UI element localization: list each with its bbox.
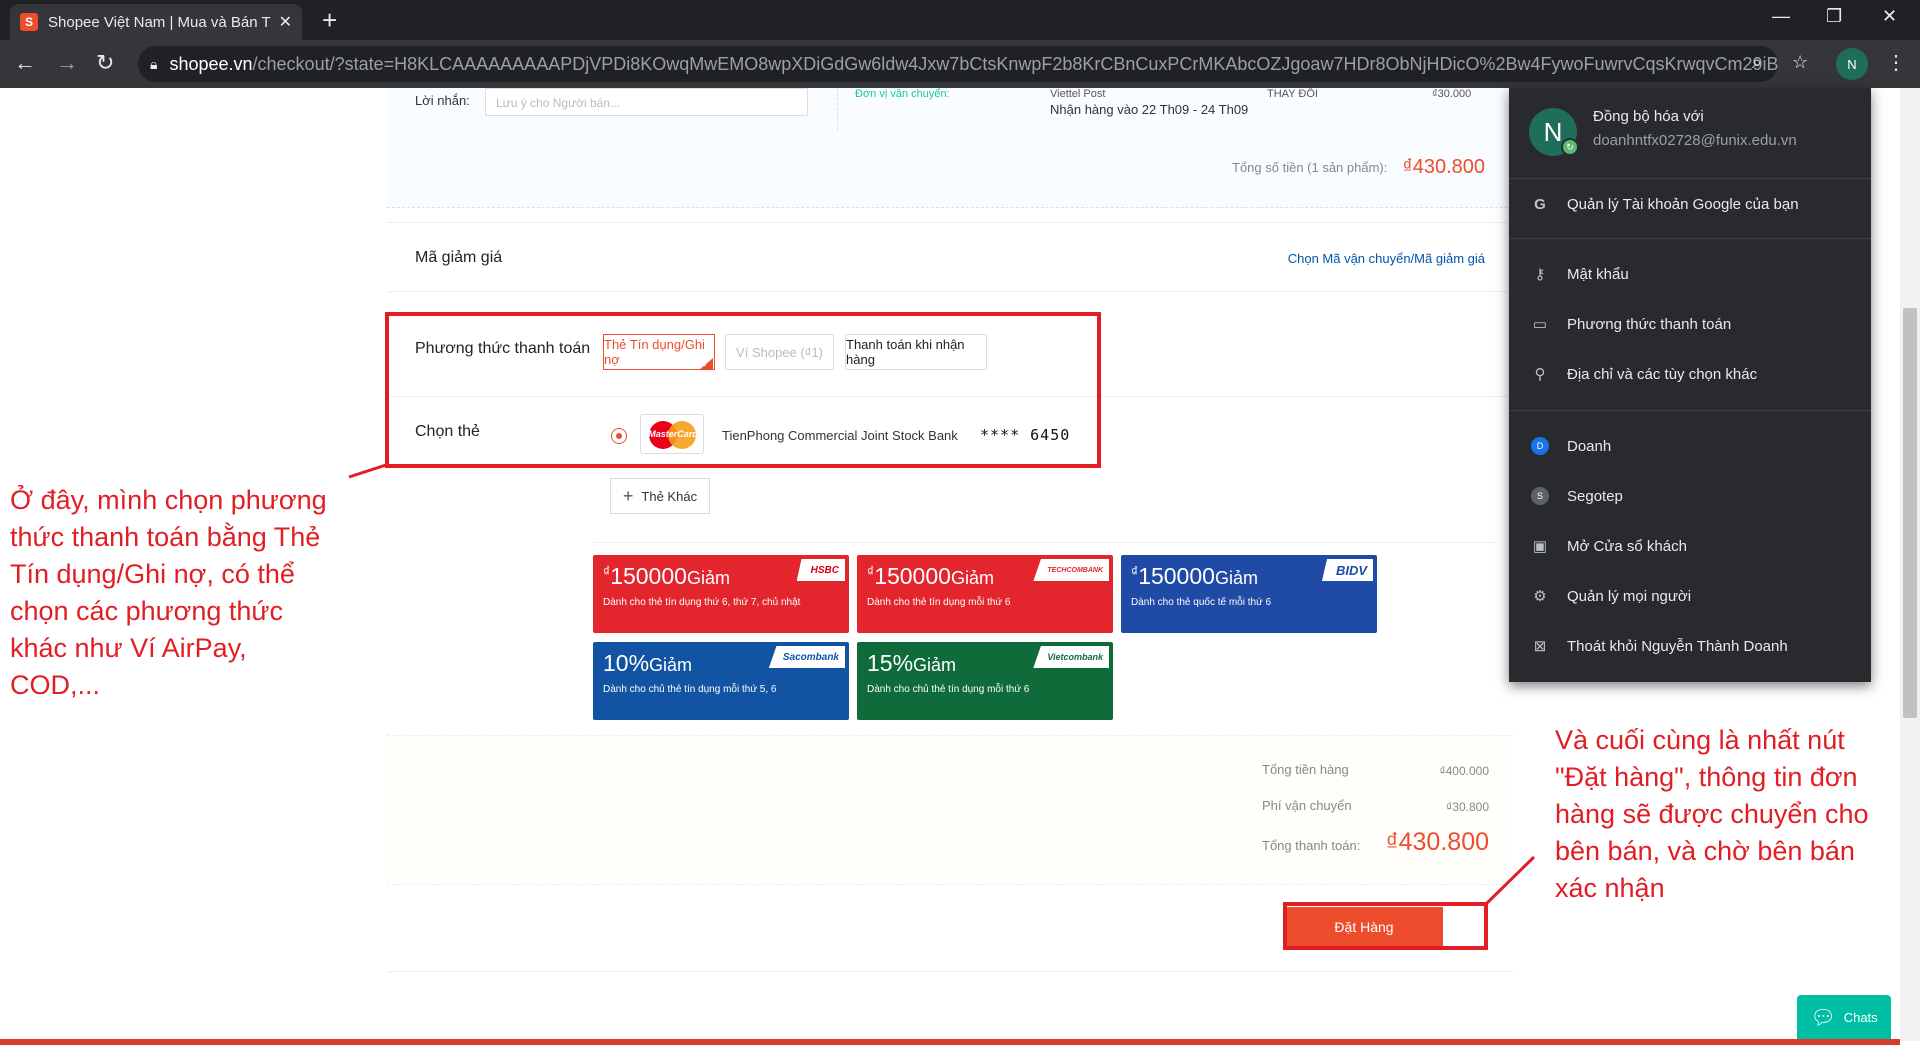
zoom-icon[interactable]: ⌕ (1752, 52, 1762, 73)
menu-divider (1509, 178, 1871, 179)
goods-total-label: Tổng tiền hàng (1262, 762, 1349, 777)
promo-card-vietcombank[interactable]: 15%Giảm Dành cho chủ thẻ tín dụng mỗi th… (857, 642, 1113, 720)
shipping-section: Lời nhắn: Lưu ý cho Người bán... Đơn vị … (387, 88, 1513, 208)
hsbc-logo-icon: HSBC (796, 559, 845, 581)
profile-s-icon: S (1531, 487, 1549, 505)
vietcombank-logo-icon: Vietcombank (1033, 646, 1109, 668)
goods-total-value: ₫400.000 (1439, 764, 1489, 778)
subtotal-label: Tổng số tiền (1 sản phẩm): (1232, 160, 1388, 175)
menu-item-manage-people[interactable]: ⚙ Quản lý mọi người (1509, 576, 1871, 616)
browser-tab[interactable]: S Shopee Việt Nam | Mua và Bán T ✕ (10, 4, 302, 40)
promo-desc: Dành cho thẻ quốc tế mỗi thứ 6 (1131, 597, 1272, 608)
shipping-divider (837, 88, 838, 130)
location-pin-icon: ⚲ (1534, 366, 1546, 383)
exit-icon: ⊠ (1533, 638, 1547, 655)
left-annotation-note: Ở đây, mình chọn phương thức thanh toán … (10, 485, 327, 700)
promo-desc: Dành cho chủ thẻ tín dụng mỗi thứ 5, 6 (603, 684, 777, 695)
shipping-fee-value: ₫30.800 (1446, 800, 1489, 814)
profile-email: doanhntfx02728@funix.edu.vn (1593, 132, 1797, 149)
sync-title[interactable]: Đồng bộ hóa với (1593, 108, 1704, 125)
guest-icon: ▣ (1532, 538, 1548, 555)
chat-bubble-icon: 💬︎ (1810, 1006, 1836, 1029)
browser-menu-icon[interactable]: ⋮ (1886, 50, 1906, 75)
promo-desc: Dành cho chủ thẻ tín dụng mỗi thứ 6 (867, 684, 1030, 695)
scrollbar-thumb[interactable] (1903, 308, 1917, 718)
new-tab-icon[interactable]: + (322, 6, 337, 34)
profile-d-icon: D (1531, 437, 1549, 455)
grand-total-value: ₫430.800 (1385, 828, 1489, 856)
shopee-favicon-icon: S (20, 13, 38, 31)
grand-total-label: Tổng thanh toán: (1262, 838, 1361, 853)
promo-card-hsbc[interactable]: ₫150000Giảm Dành cho thẻ tín dụng thứ 6,… (593, 555, 849, 633)
promo-card-sacombank[interactable]: 10%Giảm Dành cho chủ thẻ tín dụng mỗi th… (593, 642, 849, 720)
message-label: Lời nhắn: (415, 93, 470, 108)
promo-card-bidv[interactable]: ₫150000Giảm Dành cho thẻ quốc tế mỗi thứ… (1121, 555, 1377, 633)
bottom-accent-bar (0, 1039, 1900, 1045)
back-icon[interactable]: ← (14, 50, 36, 76)
order-summary: Tổng tiền hàng ₫400.000 Phí vận chuyển ₫… (387, 735, 1513, 883)
bidv-logo-icon: BIDV (1321, 559, 1373, 581)
order-button-highlight-box (1283, 902, 1488, 950)
lock-icon: 🔒︎ (150, 55, 158, 72)
shipping-carrier: Viettel Post (1050, 88, 1106, 100)
shipping-change-link[interactable]: THAY ĐỔI (1267, 88, 1318, 100)
url-text: shopee.vn/checkout/?state=H8KLCAAAAAAAAA… (169, 53, 1778, 74)
tab-close-icon[interactable]: ✕ (279, 12, 292, 32)
bookmark-star-icon[interactable]: ☆ (1792, 52, 1808, 73)
promo-divider (594, 542, 1497, 543)
sync-icon: ↻ (1561, 138, 1579, 156)
menu-item-passwords[interactable]: ⚷ Mật khẩu (1509, 254, 1871, 294)
menu-item-guest-window[interactable]: ▣ Mở Cửa sổ khách (1509, 526, 1871, 566)
payment-highlight-box (385, 312, 1101, 468)
message-input[interactable]: Lưu ý cho Người bán... (485, 88, 808, 116)
plus-icon: + (622, 485, 634, 506)
menu-item-sign-out[interactable]: ⊠ Thoát khỏi Nguyễn Thành Doanh (1509, 626, 1871, 666)
promo-card-techcombank[interactable]: ₫150000Giảm Dành cho thẻ tín dụng mỗi th… (857, 555, 1113, 633)
sacombank-logo-icon: Sacombank (768, 646, 845, 668)
reload-icon[interactable]: ↻ (96, 50, 114, 76)
menu-item-profile-segotep[interactable]: S Segotep (1509, 476, 1871, 516)
menu-item-payment-methods[interactable]: ▭ Phương thức thanh toán (1509, 304, 1871, 344)
close-window-icon[interactable]: ✕ (1882, 6, 1897, 27)
tab-bar: S Shopee Việt Nam | Mua và Bán T ✕ + — ❐… (0, 0, 1920, 40)
restore-icon[interactable]: ❐ (1826, 6, 1842, 27)
delivery-date: Nhận hàng vào 22 Th09 - 24 Th09 (1050, 102, 1249, 117)
shipping-fee-label: Phí vận chuyển (1262, 798, 1352, 813)
google-icon: G (1534, 195, 1546, 213)
menu-item-google-account[interactable]: G Quản lý Tài khoản Google của bạn (1509, 184, 1871, 224)
voucher-section: Mã giảm giá Chọn Mã vận chuyển/Mã giảm g… (387, 222, 1513, 292)
menu-item-profile-doanh[interactable]: D Doanh (1509, 426, 1871, 466)
techcombank-logo-icon: TECHCOMBANK (1033, 559, 1109, 581)
forward-icon[interactable]: → (56, 50, 78, 76)
shipping-unit-label: Đơn vị vận chuyển: (855, 88, 950, 100)
right-annotation-note: Và cuối cùng là nhất nút "Đặt hàng", thô… (1555, 725, 1869, 903)
tab-title: Shopee Việt Nam | Mua và Bán T (48, 13, 271, 31)
menu-divider (1509, 410, 1871, 411)
shipping-price: ₫30.000 (1432, 88, 1472, 100)
promo-desc: Dành cho thẻ tín dụng thứ 6, thứ 7, chủ … (603, 597, 801, 608)
menu-item-addresses[interactable]: ⚲ Địa chỉ và các tùy chọn khác (1509, 354, 1871, 394)
voucher-label: Mã giảm giá (415, 249, 503, 266)
address-bar[interactable]: 🔒︎ shopee.vn/checkout/?state=H8KLCAAAAAA… (138, 46, 1778, 82)
minimize-icon[interactable]: — (1772, 6, 1790, 27)
voucher-link[interactable]: Chọn Mã vận chuyển/Mã giảm giá (1288, 251, 1485, 266)
profile-avatar-button[interactable]: N (1836, 48, 1868, 80)
key-icon: ⚷ (1534, 266, 1546, 283)
add-card-label: Thẻ Khác (641, 488, 698, 504)
chat-button[interactable]: 💬︎ Chats (1797, 995, 1891, 1039)
gear-icon: ⚙ (1533, 588, 1547, 605)
promo-desc: Dành cho thẻ tín dụng mỗi thứ 6 (867, 597, 1011, 608)
add-other-card-button[interactable]: + Thẻ Khác (610, 478, 710, 514)
menu-divider (1509, 238, 1871, 239)
profile-dropdown: N ↻ Đồng bộ hóa với doanhntfx02728@funix… (1509, 88, 1871, 682)
credit-card-icon: ▭ (1532, 316, 1548, 333)
subtotal-value: ₫430.800 (1402, 156, 1485, 178)
